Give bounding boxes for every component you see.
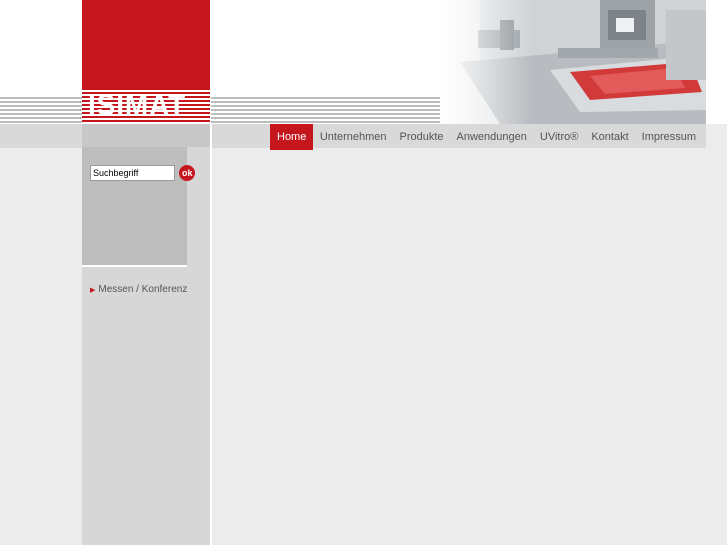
search-input[interactable] (90, 165, 175, 181)
main-content (212, 150, 706, 545)
nav-item-kontakt[interactable]: Kontakt (585, 124, 635, 150)
nav-item-impressum[interactable]: Impressum (635, 124, 702, 150)
nav-item-produkte[interactable]: Produkte (393, 124, 450, 150)
sidebar-divider (82, 265, 187, 267)
nav-bar-end (706, 124, 727, 148)
nav-item-home[interactable]: Home (270, 124, 314, 150)
sidebar-top-band (82, 124, 210, 147)
triangle-right-icon: ▶ (90, 287, 96, 294)
go-icon[interactable]: ok (179, 165, 195, 181)
sidebar-link-messen[interactable]: ▶Messen / Konferenzen (90, 284, 187, 295)
main-nav: Home Unternehmen Produkte Anwendungen UV… (270, 124, 703, 150)
logo[interactable]: ISIMAT (82, 0, 210, 124)
nav-item-unternehmen[interactable]: Unternehmen (313, 124, 393, 150)
header-stripes-left (0, 97, 82, 123)
sidebar-link-label: Messen / Konferenzen (98, 284, 187, 295)
search-panel: ok (82, 147, 195, 265)
nav-item-anwendungen[interactable]: Anwendungen (450, 124, 533, 150)
logo-text: ISIMAT (88, 89, 187, 122)
header-machine-image (440, 0, 706, 124)
nav-item-uvitro[interactable]: UVitro® (533, 124, 584, 150)
